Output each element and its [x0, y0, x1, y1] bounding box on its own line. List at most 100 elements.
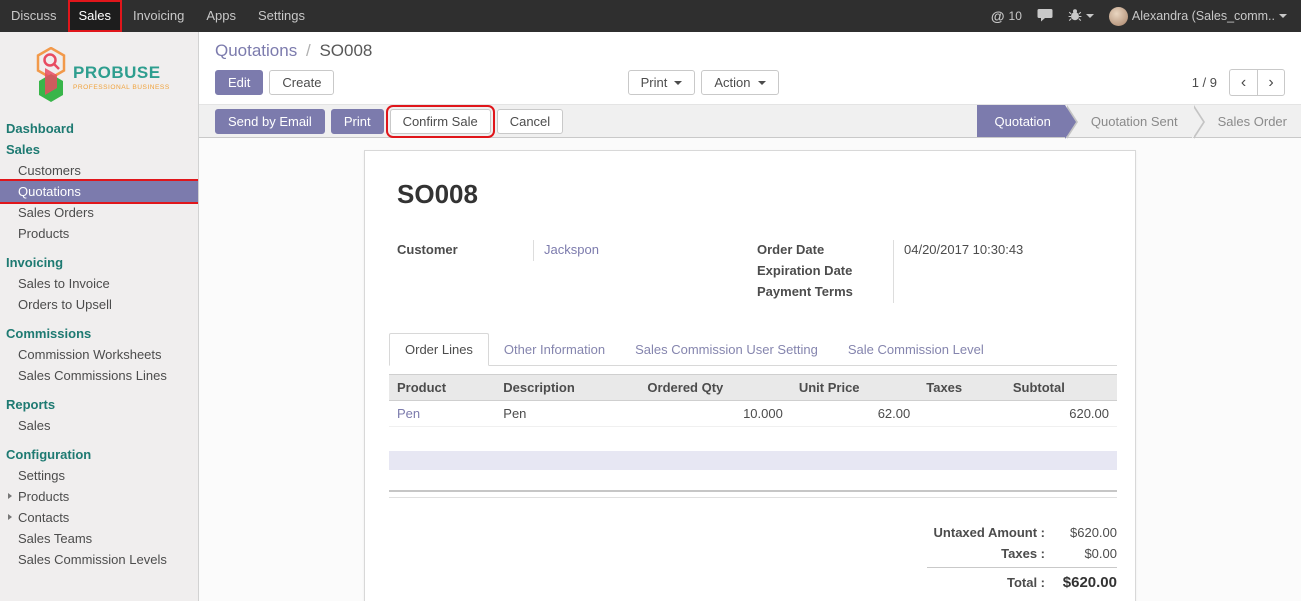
order-date-field: Order Date 04/20/2017 10:30:43	[757, 240, 1117, 261]
menu-settings[interactable]: Settings	[247, 0, 316, 32]
print-button[interactable]: Print	[331, 109, 384, 134]
confirm-sale-button[interactable]: Confirm Sale	[390, 109, 491, 134]
create-button[interactable]: Create	[269, 70, 334, 95]
action-dropdown[interactable]: Action	[701, 70, 778, 95]
activity-systray[interactable]: @ 10	[991, 9, 1022, 23]
sidebar-item-config-products[interactable]: Products	[0, 486, 198, 507]
column-header-description[interactable]: Description	[495, 375, 639, 401]
column-header-subtotal[interactable]: Subtotal	[1005, 375, 1117, 401]
state-sales-order[interactable]: Sales Order	[1192, 105, 1301, 137]
empty-row-highlight	[389, 451, 1117, 470]
menu-apps[interactable]: Apps	[195, 0, 247, 32]
statusbar: Send by Email Print Confirm Sale Cancel …	[199, 104, 1301, 138]
debug-systray[interactable]	[1068, 8, 1094, 25]
expiration-date-label: Expiration Date	[757, 261, 893, 282]
tab-order-lines[interactable]: Order Lines	[389, 333, 489, 366]
breadcrumb-quotations[interactable]: Quotations	[215, 41, 297, 60]
sidebar-item-quotations[interactable]: Quotations	[0, 181, 198, 202]
chevron-down-icon	[1279, 14, 1287, 22]
sidebar-item-commission-worksheets[interactable]: Commission Worksheets	[0, 344, 198, 365]
sidebar-heading-configuration[interactable]: Configuration	[0, 444, 198, 465]
column-header-ordered-qty[interactable]: Ordered Qty	[639, 375, 790, 401]
tab-sales-commission-user-setting[interactable]: Sales Commission User Setting	[620, 334, 833, 365]
sidebar-item-reports-sales[interactable]: Sales	[0, 415, 198, 436]
sidebar-item-dashboard[interactable]: Dashboard	[0, 118, 198, 139]
expiration-date-value	[893, 261, 1117, 282]
pager-buttons: ‹ ›	[1229, 69, 1285, 96]
sidebar-item-sales-commissions-lines[interactable]: Sales Commissions Lines	[0, 365, 198, 386]
totals-block: Untaxed Amount : $620.00 Taxes : $0.00 T…	[927, 522, 1117, 594]
quotation-sheet: SO008 Customer Jackspon Order Date 04/20	[364, 150, 1136, 601]
cancel-button[interactable]: Cancel	[497, 109, 563, 134]
total-value: $620.00	[1055, 574, 1117, 591]
logo-title: PROBUSE	[73, 63, 170, 83]
sidebar-item-sales-commission-levels[interactable]: Sales Commission Levels	[0, 549, 198, 570]
chevron-right-icon	[8, 514, 15, 520]
table-row[interactable]: Pen Pen 10.000 62.00 620.00	[389, 401, 1117, 427]
state-quotation-sent[interactable]: Quotation Sent	[1065, 105, 1192, 137]
activity-count: 10	[1009, 9, 1022, 23]
payment-terms-value	[893, 282, 1117, 303]
sidebar-item-config-contacts[interactable]: Contacts	[0, 507, 198, 528]
sidebar-item-orders-to-upsell[interactable]: Orders to Upsell	[0, 294, 198, 315]
chat-bubble-icon	[1037, 8, 1053, 25]
sidebar: PROBUSE PROFESSIONAL BUSINESS Dashboard …	[0, 32, 199, 601]
sidebar-item-sales-to-invoice[interactable]: Sales to Invoice	[0, 273, 198, 294]
logo-subtitle: PROFESSIONAL BUSINESS	[73, 84, 170, 91]
sidebar-heading-invoicing[interactable]: Invoicing	[0, 252, 198, 273]
sidebar-item-products[interactable]: Products	[0, 223, 198, 244]
page-title: SO008	[397, 179, 1117, 210]
tab-sale-commission-level[interactable]: Sale Commission Level	[833, 334, 999, 365]
edit-button[interactable]: Edit	[215, 70, 263, 95]
statusbar-buttons: Send by Email Print Confirm Sale Cancel	[215, 109, 563, 134]
customer-label: Customer	[397, 240, 533, 261]
sidebar-heading-reports[interactable]: Reports	[0, 394, 198, 415]
chevron-down-icon	[674, 81, 682, 89]
sidebar-menu: Dashboard Sales Customers Quotations Sal…	[0, 118, 198, 570]
section-separator	[389, 490, 1117, 498]
taxes-row: Taxes : $0.00	[927, 543, 1117, 564]
sidebar-heading-sales[interactable]: Sales	[0, 139, 198, 160]
sidebar-item-customers[interactable]: Customers	[0, 160, 198, 181]
field-groups: Customer Jackspon Order Date 04/20/2017 …	[397, 240, 1117, 303]
menu-discuss[interactable]: Discuss	[0, 0, 68, 32]
sidebar-item-label: Products	[18, 489, 69, 504]
column-header-unit-price[interactable]: Unit Price	[791, 375, 918, 401]
left-field-group: Customer Jackspon	[397, 240, 757, 303]
spacer	[389, 427, 1117, 451]
tab-other-information[interactable]: Other Information	[489, 334, 620, 365]
taxes-value: $0.00	[1055, 546, 1117, 561]
bug-icon	[1068, 8, 1082, 25]
order-lines-table: Product Description Ordered Qty Unit Pri…	[389, 374, 1117, 427]
breadcrumb-separator: /	[306, 41, 311, 60]
user-name: Alexandra (Sales_comm..	[1132, 9, 1275, 23]
print-dropdown[interactable]: Print	[628, 70, 696, 95]
user-menu[interactable]: Alexandra (Sales_comm..	[1109, 7, 1287, 26]
pager-next-button[interactable]: ›	[1257, 69, 1285, 96]
sidebar-heading-commissions[interactable]: Commissions	[0, 323, 198, 344]
customer-field: Customer Jackspon	[397, 240, 757, 261]
app-window: Discuss Sales Invoicing Apps Settings @ …	[0, 0, 1301, 601]
pager-value: 1 / 9	[1192, 75, 1217, 90]
table-header-row: Product Description Ordered Qty Unit Pri…	[389, 375, 1117, 401]
sidebar-item-sales-teams[interactable]: Sales Teams	[0, 528, 198, 549]
sidebar-item-settings[interactable]: Settings	[0, 465, 198, 486]
content-area: Quotations / SO008 Edit Create Print Act…	[199, 32, 1301, 601]
cell-product[interactable]: Pen	[389, 401, 495, 427]
messages-systray[interactable]	[1037, 8, 1053, 25]
total-row: Total : $620.00	[927, 567, 1117, 594]
logo-text: PROBUSE PROFESSIONAL BUSINESS	[73, 63, 170, 91]
state-quotation[interactable]: Quotation	[977, 105, 1065, 137]
probuse-logo[interactable]: PROBUSE PROFESSIONAL BUSINESS	[0, 32, 198, 118]
column-header-taxes[interactable]: Taxes	[918, 375, 1005, 401]
pager-previous-button[interactable]: ‹	[1229, 69, 1257, 96]
cell-ordered-qty: 10.000	[639, 401, 790, 427]
sidebar-item-sales-orders[interactable]: Sales Orders	[0, 202, 198, 223]
menu-invoicing[interactable]: Invoicing	[122, 0, 195, 32]
chevron-down-icon	[758, 81, 766, 89]
column-header-product[interactable]: Product	[389, 375, 495, 401]
send-by-email-button[interactable]: Send by Email	[215, 109, 325, 134]
customer-value[interactable]: Jackspon	[533, 240, 757, 261]
menu-sales[interactable]: Sales	[68, 0, 123, 32]
cell-taxes	[918, 401, 1005, 427]
